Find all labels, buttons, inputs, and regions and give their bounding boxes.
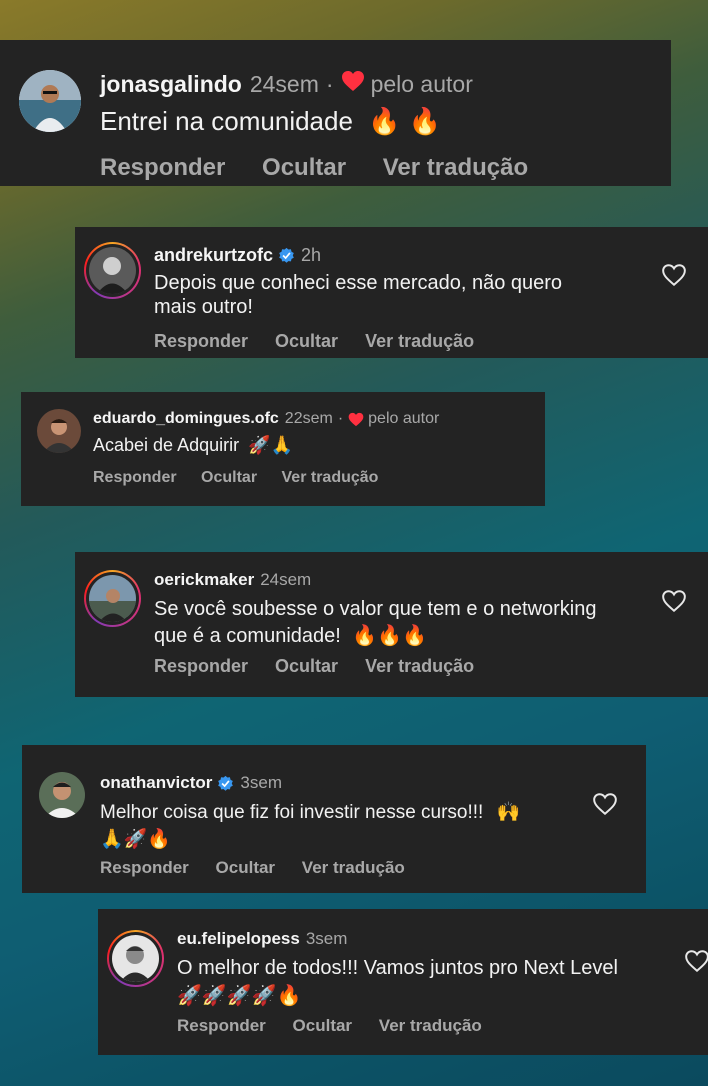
comment-text: Entrei na comunidade xyxy=(100,106,353,136)
reply-button[interactable]: Responder xyxy=(100,858,189,878)
translate-button[interactable]: Ver tradução xyxy=(383,154,528,182)
pray-rocket-fire-emoji: 🙏🚀🔥 xyxy=(100,828,171,850)
timestamp: 2h xyxy=(301,245,322,265)
verified-badge-icon xyxy=(218,775,234,791)
comment-actions: Responder Ocultar Ver tradução xyxy=(177,1016,482,1036)
avatar-photo-icon xyxy=(39,772,85,818)
hide-button[interactable]: Ocultar xyxy=(201,469,257,487)
rocket-fire-emoji: 🚀🚀🚀🚀🔥 xyxy=(177,983,302,1007)
translate-button[interactable]: Ver tradução xyxy=(365,331,474,352)
like-heart-icon[interactable] xyxy=(592,792,618,816)
comment-card: eu.felipelopess 3sem O melhor de todos!!… xyxy=(98,909,708,1055)
username[interactable]: onathanvictor xyxy=(100,773,212,793)
hide-button[interactable]: Ocultar xyxy=(275,656,338,677)
avatar[interactable] xyxy=(19,70,81,132)
comment-text: Acabei de Adquirir xyxy=(93,435,240,455)
separator-dot: · xyxy=(325,70,334,97)
rocket-pray-emoji: 🚀🙏 xyxy=(248,435,293,456)
comment-header: oerickmaker 24sem xyxy=(154,570,311,590)
translate-button[interactable]: Ver tradução xyxy=(365,656,474,677)
avatar[interactable] xyxy=(39,772,85,818)
avatar[interactable] xyxy=(107,930,164,987)
timestamp: 22sem xyxy=(284,410,333,427)
comment-text: Melhor coisa que fiz foi investir nesse … xyxy=(100,799,520,852)
timestamp: 3sem xyxy=(305,929,348,948)
hide-button[interactable]: Ocultar xyxy=(216,858,276,878)
comment-text-line: Melhor coisa que fiz foi investir nesse … xyxy=(100,799,520,826)
reply-button[interactable]: Responder xyxy=(93,469,177,487)
reply-button[interactable]: Responder xyxy=(177,1016,266,1036)
hide-button[interactable]: Ocultar xyxy=(293,1016,353,1036)
comment-card: jonasgalindo 24sem · pelo autor Entrei n… xyxy=(0,40,671,186)
avatar-photo-icon xyxy=(37,409,81,453)
translate-button[interactable]: Ver tradução xyxy=(302,858,405,878)
comment-text: Depois que conheci esse mercado, não que… xyxy=(154,271,562,319)
liked-by-author: pelo autor xyxy=(368,410,440,427)
comment-header: eu.felipelopess 3sem xyxy=(177,929,347,949)
comment-text-line: Acabei de Adquirir 🚀🙏 xyxy=(93,435,293,456)
translate-button[interactable]: Ver tradução xyxy=(282,469,379,487)
avatar-photo-icon xyxy=(89,247,136,294)
comment-actions: Responder Ocultar Ver tradução xyxy=(93,469,378,487)
like-heart-icon[interactable] xyxy=(661,263,687,287)
comment-text: O melhor de todos!!! Vamos juntos pro Ne… xyxy=(177,955,618,1009)
comment-card: eduardo_domingues.ofc 22sem · pelo autor… xyxy=(21,392,545,506)
avatar[interactable] xyxy=(84,242,141,299)
hide-button[interactable]: Ocultar xyxy=(262,154,346,182)
comment-header: andrekurtzofc 2h xyxy=(154,245,321,266)
fire-emoji: 🔥🔥🔥 xyxy=(352,623,428,647)
comment-text-line: Entrei na comunidade 🔥 🔥 xyxy=(100,106,441,137)
reply-button[interactable]: Responder xyxy=(154,331,248,352)
comment-actions: Responder Ocultar Ver tradução xyxy=(100,858,405,878)
comment-card: oerickmaker 24sem Se você soubesse o val… xyxy=(75,552,708,697)
username[interactable]: andrekurtzofc xyxy=(154,245,273,266)
avatar[interactable] xyxy=(84,570,141,627)
avatar-photo-icon xyxy=(89,575,136,622)
reply-button[interactable]: Responder xyxy=(154,656,248,677)
username[interactable]: eduardo_domingues.ofc xyxy=(93,410,279,428)
translate-button[interactable]: Ver tradução xyxy=(379,1016,482,1036)
comment-actions: Responder Ocultar Ver tradução xyxy=(100,154,528,182)
comment-text-line: O melhor de todos!!! Vamos juntos pro Ne… xyxy=(177,957,618,979)
avatar[interactable] xyxy=(37,409,81,453)
username[interactable]: oerickmaker xyxy=(154,570,254,590)
comment-text-line: Depois que conheci esse mercado, não que… xyxy=(154,272,563,294)
verified-badge-icon xyxy=(279,247,294,263)
heart-icon xyxy=(348,412,364,426)
comment-card: andrekurtzofc 2h Depois que conheci esse… xyxy=(75,227,708,358)
reply-button[interactable]: Responder xyxy=(100,154,225,182)
raised-hands-emoji: 🙌 xyxy=(496,801,521,823)
comment-text-line-2: que é a comunidade! xyxy=(154,625,341,647)
timestamp: 3sem xyxy=(240,773,282,792)
fire-emoji: 🔥 🔥 xyxy=(368,107,442,137)
hide-button[interactable]: Ocultar xyxy=(275,331,338,352)
like-heart-icon[interactable] xyxy=(684,949,708,973)
comment-header: onathanvictor 3sem xyxy=(100,773,282,793)
comment-text-line: mais outro! xyxy=(154,296,253,318)
comment-text-line-1: Melhor coisa que fiz foi investir nesse … xyxy=(100,802,484,823)
like-heart-icon[interactable] xyxy=(661,589,687,613)
comment-header: jonasgalindo 24sem · pelo autor xyxy=(100,70,473,98)
comment-actions: Responder Ocultar Ver tradução xyxy=(154,656,474,677)
comment-actions: Responder Ocultar Ver tradução xyxy=(154,331,474,352)
comment-text-line: Se você soubesse o valor que tem e o net… xyxy=(154,598,597,620)
comment-card: onathanvictor 3sem Melhor coisa que fiz … xyxy=(22,745,646,893)
timestamp: 24sem xyxy=(260,570,312,589)
heart-icon xyxy=(341,70,365,98)
avatar-photo-icon xyxy=(19,70,81,132)
avatar-photo-icon xyxy=(112,935,159,982)
username[interactable]: eu.felipelopess xyxy=(177,929,300,949)
username[interactable]: jonasgalindo xyxy=(100,71,242,98)
liked-by-author: pelo autor xyxy=(370,70,473,97)
comment-header: eduardo_domingues.ofc 22sem · pelo autor xyxy=(93,410,439,428)
separator-dot: · xyxy=(337,410,344,427)
comment-text: Se você soubesse o valor que tem e o net… xyxy=(154,596,596,649)
timestamp: 24sem xyxy=(249,70,319,97)
comment-text-line: que é a comunidade! 🔥🔥🔥 xyxy=(154,622,596,649)
